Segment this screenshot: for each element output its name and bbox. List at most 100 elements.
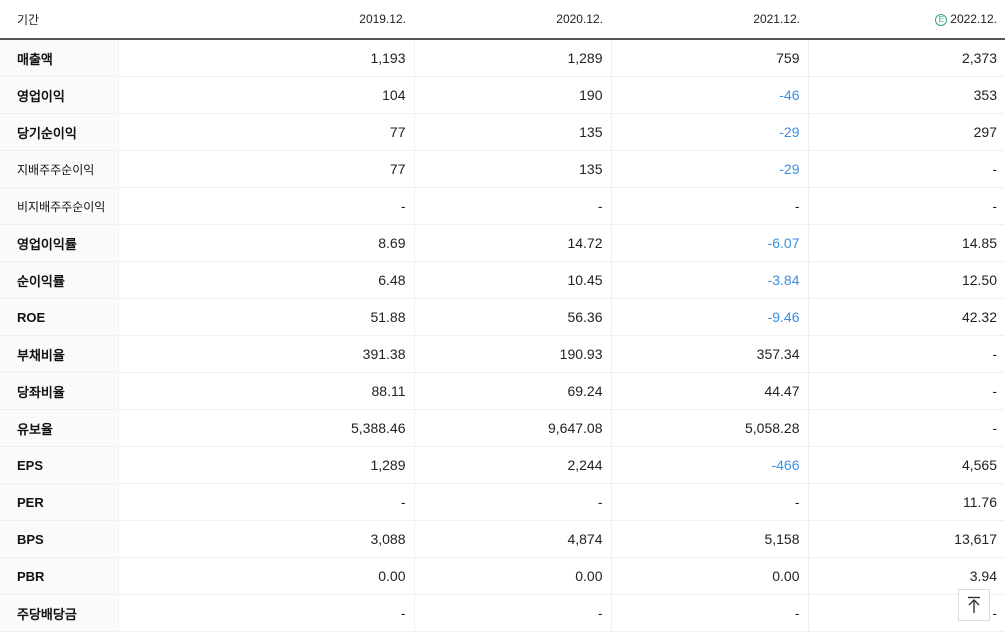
cell: 2,244 (413, 446, 611, 484)
table-row: 지배주주순이익 77 135 -29- (0, 150, 1005, 188)
cell: 759 (610, 39, 808, 77)
table-row: 영업이익 104 190 -46 353 (0, 76, 1005, 114)
cell: 77 (117, 113, 414, 151)
cell: -466 (610, 446, 808, 484)
table-row: ROE 51.88 56.36 -9.46 42.32 (0, 298, 1005, 336)
row-label: 매출액 (0, 39, 118, 77)
cell: 2,373 (807, 39, 1005, 77)
cell: - (117, 483, 414, 521)
cell: -29 (610, 150, 808, 188)
row-label: PBR (0, 557, 118, 595)
header-row: 기간 2019.12. 2020.12. 2021.12. E 2022.12. (0, 0, 1005, 40)
financial-table: 기간 2019.12. 2020.12. 2021.12. E 2022.12. … (0, 0, 1005, 632)
table-row: PER - - -11.76 (0, 483, 1005, 521)
cell: 88.11 (117, 372, 414, 410)
cell: -46 (610, 76, 808, 114)
cell: - (610, 483, 808, 521)
cell: 14.85 (807, 224, 1005, 262)
cell: 12.50 (807, 261, 1005, 299)
cell: 353 (807, 76, 1005, 114)
table-row: 부채비율 391.38 190.93 357.34- (0, 335, 1005, 373)
table-row: 유보율 5,388.46 9,647.08 5,058.28- (0, 409, 1005, 447)
financial-summary: 기간 2019.12. 2020.12. 2021.12. E 2022.12. … (0, 0, 1005, 632)
cell: - (413, 594, 611, 632)
scroll-top-button[interactable] (958, 589, 990, 621)
period-header: 기간 (0, 0, 118, 40)
cell: -3.84 (610, 261, 808, 299)
cell: 297 (807, 113, 1005, 151)
cell: - (413, 187, 611, 225)
row-label: 당좌비율 (0, 372, 118, 410)
table-row: EPS 1,289 2,244 -466 4,565 (0, 446, 1005, 484)
cell: 0.00 (610, 557, 808, 595)
table-row: 순이익률 6.48 10.45 -3.84 12.50 (0, 261, 1005, 299)
cell: - (117, 187, 414, 225)
cell: 5,058.28 (610, 409, 808, 447)
cell: 6.48 (117, 261, 414, 299)
row-label: BPS (0, 520, 118, 558)
cell: 1,289 (413, 39, 611, 77)
row-label: EPS (0, 446, 118, 484)
arrow-up-icon (968, 596, 980, 613)
cell: 13,617 (807, 520, 1005, 558)
table-row: 당기순이익 77 135 -29 297 (0, 113, 1005, 151)
cell: - (117, 594, 414, 632)
cell: 10.45 (413, 261, 611, 299)
row-label: 영업이익률 (0, 224, 118, 262)
cell: 104 (117, 76, 414, 114)
cell: 190 (413, 76, 611, 114)
cell: 190.93 (413, 335, 611, 373)
cell: 1,193 (117, 39, 414, 77)
row-label: 유보율 (0, 409, 118, 447)
row-label: 지배주주순이익 (0, 150, 118, 188)
cell: 51.88 (117, 298, 414, 336)
cell: -6.07 (610, 224, 808, 262)
table-row: 주당배당금 - - - - (0, 594, 1005, 632)
cell: - (610, 187, 808, 225)
cell: - (807, 335, 1005, 373)
cell: 0.00 (413, 557, 611, 595)
table-row: 매출액 1,193 1,289 759 2,373 (0, 39, 1005, 77)
cell: 42.32 (807, 298, 1005, 336)
row-label: 부채비율 (0, 335, 118, 373)
row-label: 순이익률 (0, 261, 118, 299)
year-header-label: 2022.12. (950, 12, 997, 26)
table-row: BPS 3,088 4,874 5,158 13,617 (0, 520, 1005, 558)
cell: 1,289 (117, 446, 414, 484)
table-row: 영업이익률 8.69 14.72 -6.07 14.85 (0, 224, 1005, 262)
year-header: 2019.12. (118, 0, 414, 40)
cell: 135 (413, 150, 611, 188)
row-label: ROE (0, 298, 118, 336)
cell: 135 (413, 113, 611, 151)
cell: 44.47 (610, 372, 808, 410)
cell: - (807, 150, 1005, 188)
cell: 5,388.46 (117, 409, 414, 447)
row-label: 영업이익 (0, 76, 118, 114)
cell: 11.76 (807, 483, 1005, 521)
cell: -9.46 (610, 298, 808, 336)
cell: 0.00 (117, 557, 414, 595)
year-header-estimate: E 2022.12. (808, 0, 1005, 40)
table-row: PBR 0.00 0.00 0.00 3.94 (0, 557, 1005, 595)
table-row: 비지배주주순이익 - - - - (0, 187, 1005, 225)
cell: 4,565 (807, 446, 1005, 484)
cell: - (807, 409, 1005, 447)
cell: - (413, 483, 611, 521)
year-header: 2020.12. (414, 0, 611, 40)
cell: 3,088 (117, 520, 414, 558)
cell: 391.38 (117, 335, 414, 373)
cell: 69.24 (413, 372, 611, 410)
cell: 56.36 (413, 298, 611, 336)
row-label: 주당배당금 (0, 594, 118, 632)
cell: - (807, 187, 1005, 225)
cell: 8.69 (117, 224, 414, 262)
row-label: 당기순이익 (0, 113, 118, 151)
table-row: 당좌비율 88.11 69.24 44.47- (0, 372, 1005, 410)
cell: -29 (610, 113, 808, 151)
cell: 14.72 (413, 224, 611, 262)
year-header: 2021.12. (611, 0, 808, 40)
cell: 4,874 (413, 520, 611, 558)
cell: - (610, 594, 808, 632)
cell: - (807, 372, 1005, 410)
cell: 77 (117, 150, 414, 188)
